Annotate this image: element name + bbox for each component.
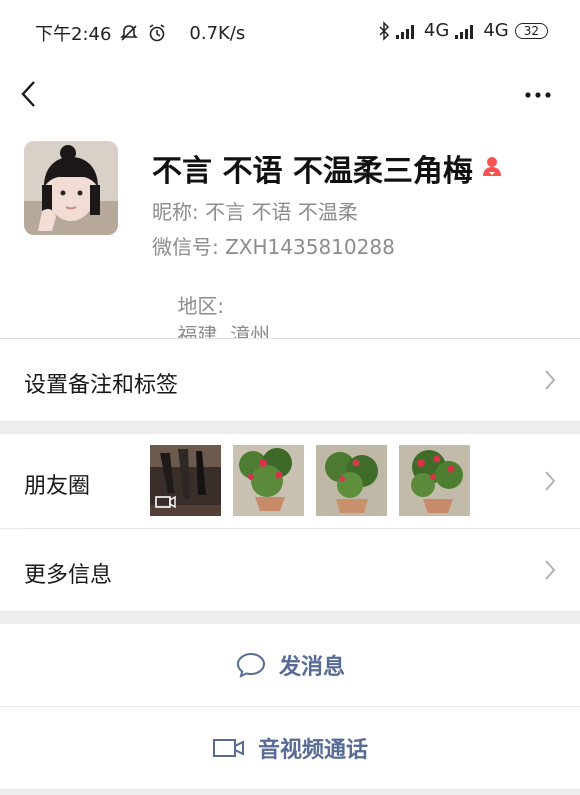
moment-thumb-flowers-2[interactable] (316, 445, 387, 516)
chevron-right-icon (545, 370, 556, 390)
wechat-id-value[interactable]: ZXH1435810288 (225, 235, 395, 259)
display-name: 不言 不语 不温柔三角梅 (152, 154, 473, 189)
name-row: 不言 不语 不温柔三角梅 (152, 146, 503, 190)
video-camera-icon (212, 739, 244, 757)
moments-row[interactable]: 朋友圈 (0, 434, 580, 528)
nickname-label: 昵称: (152, 200, 199, 224)
moments-label: 朋友圈 (24, 474, 91, 499)
nav-bar (0, 62, 580, 128)
more-info-row[interactable]: 更多信息 (0, 529, 580, 611)
nickname-value: 不言 不语 不温柔 (205, 200, 358, 224)
more-info-label: 更多信息 (24, 563, 113, 588)
moment-thumb-video[interactable] (150, 445, 221, 516)
avatar[interactable] (24, 141, 118, 235)
signal-icon-1 (395, 23, 418, 39)
wechat-id-label: 微信号: (152, 235, 219, 259)
signal-icon-2 (455, 23, 477, 39)
alarm-icon (147, 23, 167, 43)
status-right: 4G 4G 32 (378, 20, 548, 41)
profile-card: 不言 不语 不温柔三角梅 昵称: 不言 不语 不温柔 微信号: ZXH14358… (0, 128, 580, 347)
video-call-button[interactable]: 音视频通话 (0, 707, 580, 789)
video-call-label: 音视频通话 (257, 738, 368, 763)
moment-thumb-flowers-3[interactable] (399, 445, 470, 516)
battery-indicator: 32 (514, 22, 548, 39)
female-gender-icon (481, 155, 503, 181)
moments-thumbnails (150, 445, 470, 516)
send-message-button[interactable]: 发消息 (0, 624, 580, 706)
network-speed: 0.7K/s (189, 22, 246, 44)
more-dots-icon (525, 92, 551, 98)
back-arrow-icon (21, 81, 35, 107)
remark-tags-label: 设置备注和标签 (24, 373, 179, 398)
network-type-1: 4G (423, 20, 450, 41)
chevron-right-icon (545, 560, 556, 580)
chat-bubble-icon (236, 652, 265, 678)
chevron-right-icon (545, 471, 556, 491)
nickname-line: 昵称: 不言 不语 不温柔 (152, 196, 358, 225)
send-message-label: 发消息 (278, 655, 345, 680)
back-button[interactable] (14, 76, 48, 112)
status-time: 下午2:46 (35, 24, 112, 45)
moment-thumb-flowers-1[interactable] (233, 445, 304, 516)
status-bar: 下午2:46 0.7K/s 4G 4G 32 (0, 0, 580, 62)
network-type-2: 4G (483, 20, 509, 41)
status-left: 下午2:46 0.7K/s (35, 20, 245, 46)
remark-tags-row[interactable]: 设置备注和标签 (0, 339, 580, 421)
bluetooth-icon (378, 20, 390, 41)
region-label: 地区: (177, 294, 225, 318)
wechat-id-line: 微信号: ZXH1435810288 (152, 231, 395, 260)
mute-icon (119, 23, 139, 43)
more-button[interactable] (522, 80, 558, 110)
